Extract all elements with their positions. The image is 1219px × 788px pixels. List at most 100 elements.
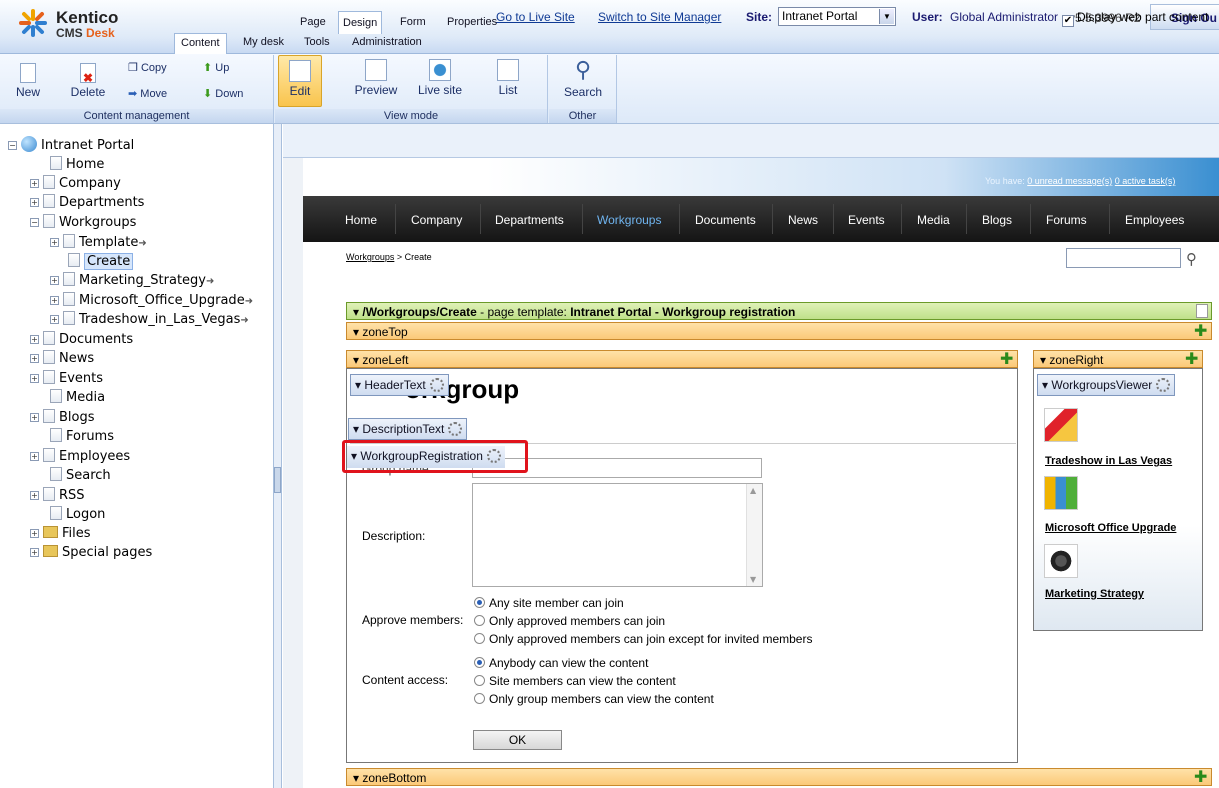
description-textarea[interactable]: ▲ ▼ <box>472 483 763 587</box>
tab-form[interactable]: Form <box>396 14 430 30</box>
nav-forums[interactable]: Forums <box>1046 213 1087 227</box>
nav-company[interactable]: Company <box>411 213 462 227</box>
nav-media[interactable]: Media <box>917 213 950 227</box>
go-to-live-site-link[interactable]: Go to Live Site <box>496 10 575 24</box>
tab-tools[interactable]: Tools <box>298 33 336 54</box>
gear-icon[interactable] <box>429 378 444 392</box>
approve-option-approved[interactable]: Only approved members can join <box>474 614 665 628</box>
scrollbar[interactable]: ▲ ▼ <box>746 484 762 586</box>
add-webpart-icon[interactable]: ✚ <box>1194 323 1208 339</box>
tree-item-search[interactable]: Search <box>50 467 111 485</box>
site-select[interactable]: Intranet Portal ▼ <box>778 7 896 26</box>
active-tasks-link[interactable]: 0 active task(s) <box>1115 176 1176 186</box>
nav-blogs[interactable]: Blogs <box>982 213 1012 227</box>
up-button[interactable]: ⬆ Up <box>203 61 229 74</box>
collapse-icon[interactable]: − <box>30 218 39 227</box>
expand-icon[interactable]: + <box>30 548 39 557</box>
tree-item-departments[interactable]: + Departments <box>30 194 144 212</box>
pane-splitter[interactable] <box>274 124 282 788</box>
tree-item-workgroups[interactable]: − Workgroups <box>30 214 136 232</box>
add-webpart-icon[interactable]: ✚ <box>1185 351 1199 367</box>
zone-left-bar[interactable]: ▾ zoneLeft ✚ <box>346 350 1018 368</box>
tree-item-special-pages[interactable]: + Special pages <box>30 545 152 563</box>
tab-content[interactable]: Content <box>174 33 227 55</box>
tree-item-forums[interactable]: Forums <box>50 428 114 446</box>
new-button[interactable]: New <box>8 55 48 107</box>
workgroup-link-marketing[interactable]: Marketing Strategy <box>1045 588 1144 600</box>
unread-messages-link[interactable]: 0 unread message(s) <box>1027 176 1112 186</box>
tree-item-blogs[interactable]: + Blogs <box>30 409 95 427</box>
expand-icon[interactable]: + <box>50 296 59 305</box>
expand-icon[interactable]: + <box>30 452 39 461</box>
office-thumbnail[interactable] <box>1044 476 1078 510</box>
delete-button[interactable]: ✖ Delete <box>66 55 110 107</box>
access-option-site-members[interactable]: Site members can view the content <box>474 674 676 688</box>
search-icon[interactable]: ⚲ <box>1186 250 1197 268</box>
tree-item-create[interactable]: Create <box>68 253 134 271</box>
tree-item-media[interactable]: Media <box>50 389 105 407</box>
site-search-input[interactable] <box>1066 248 1181 268</box>
marketing-thumbnail[interactable] <box>1044 544 1078 578</box>
breadcrumb-workgroups-link[interactable]: Workgroups <box>346 252 394 262</box>
tree-item-marketing-strategy[interactable]: + Marketing_Strategy➜ <box>50 272 214 290</box>
add-webpart-icon[interactable]: ✚ <box>1194 769 1208 785</box>
scroll-down-icon[interactable]: ▼ <box>750 575 756 584</box>
nav-events[interactable]: Events <box>848 213 885 227</box>
expand-icon[interactable]: + <box>30 491 39 500</box>
expand-icon[interactable]: + <box>30 413 39 422</box>
las-vegas-thumbnail[interactable] <box>1044 408 1078 442</box>
tab-my-desk[interactable]: My desk <box>237 33 290 54</box>
tree-item-rss[interactable]: + RSS <box>30 487 85 505</box>
live-site-button[interactable]: Live site <box>412 55 468 107</box>
list-button[interactable]: List <box>488 55 528 107</box>
tree-item-tradeshow[interactable]: + Tradeshow_in_Las_Vegas➜ <box>50 311 249 329</box>
tree-item-news[interactable]: + News <box>30 350 94 368</box>
copy-button[interactable]: ❐ Copy <box>128 61 167 74</box>
approve-option-any[interactable]: Any site member can join <box>474 596 624 610</box>
ok-button[interactable]: OK <box>473 730 562 750</box>
tree-item-company[interactable]: + Company <box>30 175 121 193</box>
down-button[interactable]: ⬇ Down <box>203 87 243 100</box>
edit-template-icon[interactable] <box>1196 304 1208 318</box>
tab-properties[interactable]: Properties <box>443 14 501 30</box>
tab-administration[interactable]: Administration <box>346 33 428 54</box>
webpart-headertext[interactable]: ▾ HeaderText <box>350 374 449 396</box>
tab-page[interactable]: Page <box>296 14 330 30</box>
tree-root[interactable]: − Intranet Portal <box>8 136 134 154</box>
tree-item-files[interactable]: + Files <box>30 526 91 544</box>
search-button[interactable]: ⚲ Search <box>558 55 608 107</box>
zone-top-bar[interactable]: ▾ zoneTop ✚ <box>346 322 1212 340</box>
collapse-handle-icon[interactable] <box>274 467 281 493</box>
nav-workgroups[interactable]: Workgroups <box>597 213 661 227</box>
expand-icon[interactable]: + <box>30 529 39 538</box>
expand-icon[interactable]: + <box>30 354 39 363</box>
expand-icon[interactable]: + <box>50 238 59 247</box>
switch-to-site-manager-link[interactable]: Switch to Site Manager <box>598 10 721 24</box>
tree-item-microsoft-office-upgrade[interactable]: + Microsoft_Office_Upgrade➜ <box>50 292 253 310</box>
tree-item-logon[interactable]: Logon <box>50 506 105 524</box>
tree-item-home[interactable]: Home <box>50 156 104 174</box>
access-option-group-members[interactable]: Only group members can view the content <box>474 692 714 706</box>
add-webpart-icon[interactable]: ✚ <box>1000 351 1014 367</box>
access-option-anybody[interactable]: Anybody can view the content <box>474 656 648 670</box>
approve-option-invited[interactable]: Only approved members can join except fo… <box>474 632 812 646</box>
expand-icon[interactable]: + <box>30 374 39 383</box>
page-template-bar[interactable]: ▾ /Workgroups/Create - page template: In… <box>346 302 1212 320</box>
nav-news[interactable]: News <box>788 213 818 227</box>
tree-item-employees[interactable]: + Employees <box>30 448 130 466</box>
tree-item-template[interactable]: + Template➜ <box>50 234 147 252</box>
workgroup-link-tradeshow[interactable]: Tradeshow in Las Vegas <box>1045 455 1172 467</box>
tree-item-documents[interactable]: + Documents <box>30 331 133 349</box>
expand-icon[interactable]: + <box>30 335 39 344</box>
zone-bottom-bar[interactable]: ▾ zoneBottom ✚ <box>346 768 1212 786</box>
display-webpart-content-checkbox[interactable]: ✔ Display web part content <box>1062 10 1208 27</box>
nav-home[interactable]: Home <box>345 213 377 227</box>
expand-icon[interactable]: + <box>50 276 59 285</box>
expand-icon[interactable]: + <box>30 198 39 207</box>
webpart-descriptiontext[interactable]: ▾ DescriptionText <box>348 418 468 440</box>
expand-icon[interactable]: + <box>50 315 59 324</box>
gear-icon[interactable] <box>1156 378 1171 392</box>
preview-button[interactable]: Preview <box>350 55 402 107</box>
collapse-icon[interactable]: − <box>8 141 17 150</box>
nav-departments[interactable]: Departments <box>495 213 564 227</box>
